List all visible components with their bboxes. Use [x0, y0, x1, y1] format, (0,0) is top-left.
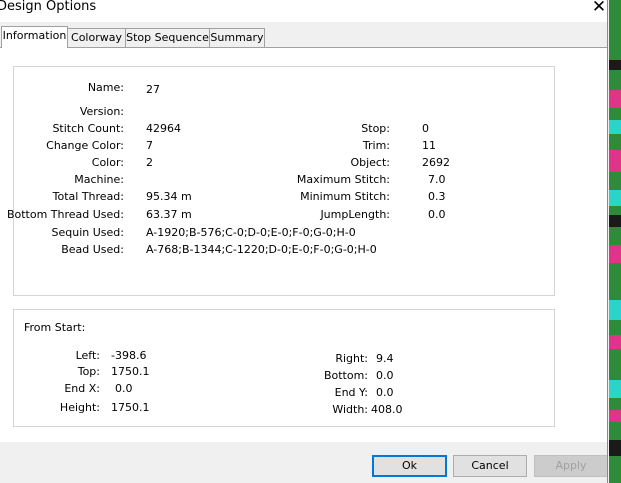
- sequin-value: A-1920;B-576;C-0;D-0;E-0;F-0;G-0;H-0: [146, 226, 356, 239]
- min-stitch-label: Minimum Stitch:: [300, 190, 390, 203]
- stop-value: 0: [422, 122, 429, 135]
- sequin-label: Sequin Used:: [51, 226, 124, 239]
- from-start-heading: From Start:: [24, 321, 86, 334]
- total-thread-label: Total Thread:: [52, 190, 124, 203]
- info-group: Name: 27 Version: Stitch Count: 42964 Ch…: [7, 66, 555, 296]
- bead-value: A-768;B-1344;C-1220;D-0;E-0;F-0;G-0;H-0: [146, 243, 377, 256]
- left-label: Left:: [75, 349, 100, 362]
- right-label: Right:: [335, 352, 368, 365]
- bottom-label: Bottom:: [323, 369, 368, 382]
- bottom-thread-value: 63.37 m: [146, 208, 192, 221]
- stop-label: Stop:: [361, 122, 390, 135]
- ok-button[interactable]: Ok: [372, 455, 447, 477]
- machine-label: Machine:: [74, 173, 124, 186]
- from-start-group: From Start: Left: -398.6 Top: 1750.1 End…: [13, 309, 555, 427]
- stitch-count-label: Stitch Count:: [52, 122, 124, 135]
- end-y-value: 0.0: [376, 386, 394, 399]
- stitch-count-value: 42964: [146, 122, 181, 135]
- color-label: Color:: [91, 156, 124, 169]
- object-label: Object:: [350, 156, 390, 169]
- left-value: -398.6: [111, 349, 147, 362]
- tab-information[interactable]: Information: [1, 26, 68, 48]
- width-label: Width:: [332, 403, 368, 416]
- change-color-label: Change Color:: [46, 139, 124, 152]
- jump-length-value: 0.0: [428, 208, 446, 221]
- design-options-dialog: Design Options ✕ Information Colorway St…: [0, 0, 608, 483]
- top-label: Top:: [77, 365, 100, 378]
- width-value: 408.0: [371, 403, 403, 416]
- bottom-value: 0.0: [376, 369, 394, 382]
- right-value: 9.4: [376, 352, 394, 365]
- window-title: Design Options: [0, 0, 97, 14]
- jump-length-label: JumpLength:: [320, 208, 390, 221]
- tab-bar: Information Colorway Stop Sequence Summa…: [0, 26, 608, 48]
- information-panel: Name: 27 Version: Stitch Count: 42964 Ch…: [0, 47, 607, 442]
- tab-stop-sequence[interactable]: Stop Sequence: [125, 28, 210, 47]
- dialog-right-border: [607, 0, 608, 483]
- object-value: 2692: [422, 156, 450, 169]
- bottom-thread-label: Bottom Thread Used:: [6, 208, 124, 221]
- end-x-label: End X:: [64, 382, 100, 395]
- name-label: Name:: [87, 81, 124, 94]
- color-value: 2: [146, 156, 153, 169]
- min-stitch-value: 0.3: [428, 190, 446, 203]
- background-window-edge: [609, 0, 621, 483]
- height-label: Height:: [59, 401, 100, 414]
- change-color-value: 7: [146, 139, 153, 152]
- end-x-value: 0.0: [115, 382, 133, 395]
- bead-label: Bead Used:: [61, 243, 124, 256]
- apply-button[interactable]: Apply: [534, 455, 608, 477]
- tab-summary[interactable]: Summary: [209, 28, 265, 47]
- trim-label: Trim:: [362, 139, 390, 152]
- height-value: 1750.1: [111, 401, 150, 414]
- max-stitch-value: 7.0: [428, 173, 446, 186]
- trim-value: 11: [422, 139, 436, 152]
- name-value: 27: [146, 83, 160, 96]
- title-bar: Design Options ✕: [0, 0, 608, 22]
- version-label: Version:: [79, 105, 124, 118]
- total-thread-value: 95.34 m: [146, 190, 192, 203]
- tab-colorway[interactable]: Colorway: [67, 28, 126, 47]
- top-value: 1750.1: [111, 365, 150, 378]
- max-stitch-label: Maximum Stitch:: [296, 173, 390, 186]
- end-y-label: End Y:: [334, 386, 368, 399]
- cancel-button[interactable]: Cancel: [453, 455, 527, 477]
